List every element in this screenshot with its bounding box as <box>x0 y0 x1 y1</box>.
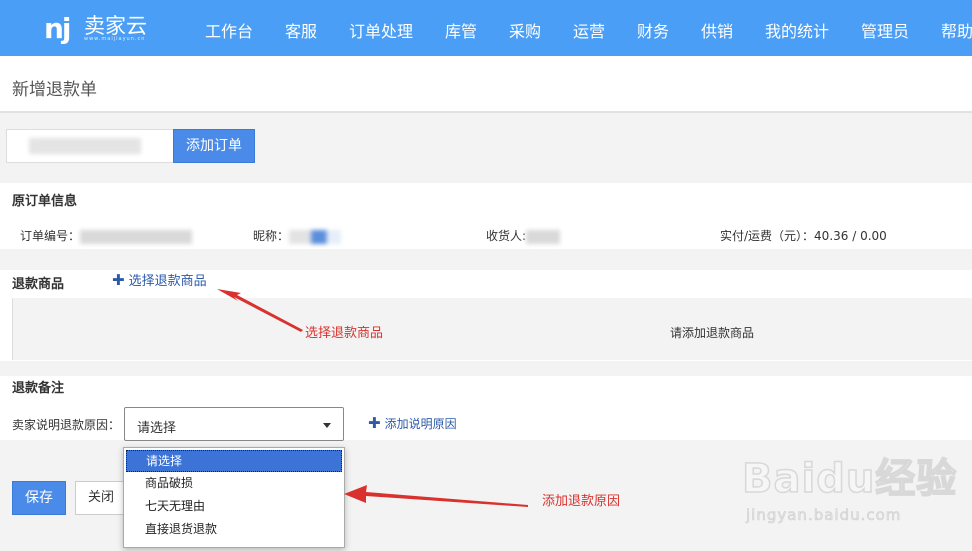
receiver-label: 收货人: <box>486 229 527 243</box>
nav-item-workbench[interactable]: 工作台 <box>205 18 253 42</box>
reason-label: 卖家说明退款原因： <box>12 418 121 432</box>
blurred-nickname <box>289 229 342 244</box>
annotation-select-goods: 选择退款商品 <box>305 326 384 341</box>
reason-select-value: 请选择 <box>137 421 177 436</box>
nav-item-purchasing[interactable]: 采购 <box>509 18 541 42</box>
nav-item-admin[interactable]: 管理员 <box>861 18 909 42</box>
dropdown-option[interactable]: 七天无理由 <box>126 496 342 518</box>
add-reason-link[interactable]: ✚ 添加说明原因 <box>368 414 457 432</box>
arrow-to-add-reason <box>344 485 528 507</box>
watermark-brand: Baidu经验 <box>741 455 958 503</box>
select-refund-goods-label: 选择退款商品 <box>128 274 207 289</box>
watermark-url: jingyan.baidu.com <box>746 506 902 525</box>
nickname-label: 昵称： <box>253 229 290 243</box>
nav-item-finance[interactable]: 财务 <box>637 18 669 42</box>
top-navigation-bar: nj 卖家云 www.maijiayun.cn 工作台 客服 订单处理 库管 采… <box>0 0 972 56</box>
caret-down-icon <box>323 423 331 428</box>
close-button[interactable]: 关闭 <box>75 481 129 515</box>
receiver-field: 收货人: <box>486 227 561 244</box>
order-number-field: 订单编号： <box>20 227 193 244</box>
blurred-receiver <box>526 229 561 244</box>
dropdown-option[interactable]: 商品破损 <box>126 473 342 495</box>
order-search-input[interactable] <box>6 129 174 163</box>
nav-item-my-statistics[interactable]: 我的统计 <box>765 18 829 42</box>
refund-goods-title: 退款商品 <box>12 277 65 292</box>
nav-item-help[interactable]: 帮助 <box>941 18 972 42</box>
plus-icon: ✚ <box>112 271 125 289</box>
original-order-title: 原订单信息 <box>12 194 78 209</box>
baidu-watermark: Baidu经验 jingyan.baidu.com <box>741 446 968 526</box>
nav-item-supply-sales[interactable]: 供销 <box>701 18 733 42</box>
refund-goods-empty-text: 请添加退款商品 <box>670 326 755 340</box>
annotation-add-reason: 添加退款原因 <box>542 494 621 509</box>
blurred-order-value <box>29 138 141 154</box>
select-refund-goods-link[interactable]: ✚ 选择退款商品 <box>112 270 207 289</box>
page-title: 新增退款单 <box>12 80 97 100</box>
order-number-label: 订单编号： <box>20 229 81 243</box>
add-reason-label: 添加说明原因 <box>384 417 457 431</box>
refund-note-title: 退款备注 <box>12 381 65 396</box>
reason-select[interactable]: 请选择 <box>124 407 344 441</box>
logo-url: www.maijiayun.cn <box>84 36 146 42</box>
nav-item-inventory[interactable]: 库管 <box>445 18 477 42</box>
logo-mark-icon: nj <box>44 12 71 45</box>
nav-item-customer-service[interactable]: 客服 <box>285 18 317 42</box>
reason-dropdown-list: 请选择 商品破损 七天无理由 直接退货退款 <box>123 447 345 548</box>
blurred-order-number <box>80 229 193 244</box>
save-button[interactable]: 保存 <box>12 481 66 515</box>
dropdown-option[interactable]: 直接退货退款 <box>126 519 342 541</box>
nav-item-operations[interactable]: 运营 <box>573 18 605 42</box>
page-title-bar: 新增退款单 <box>0 56 972 113</box>
plus-icon: ✚ <box>368 414 381 432</box>
dropdown-option[interactable]: 请选择 <box>126 450 342 472</box>
nickname-field: 昵称： <box>253 227 342 244</box>
logo[interactable]: nj 卖家云 www.maijiayun.cn <box>44 10 164 46</box>
refund-goods-empty-area <box>12 298 972 360</box>
nav-item-order-processing[interactable]: 订单处理 <box>349 18 413 42</box>
add-order-button[interactable]: 添加订单 <box>173 129 255 163</box>
payment-field: 实付/运费（元）：40.36 / 0.00 <box>720 229 887 243</box>
